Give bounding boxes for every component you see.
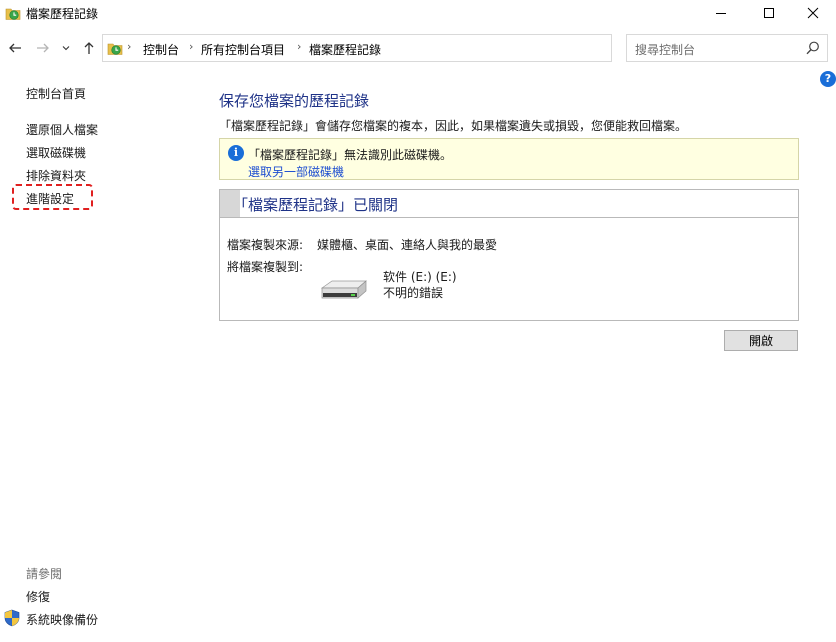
see-also-system-image-backup[interactable]: 系統映像備份 [26,611,98,628]
page-description: 「檔案歷程記錄」會儲存您檔案的複本，因此，如果檔案遺失或損毀，您便能救回檔案。 [219,119,688,133]
status-title: 「檔案歷程記錄」已關閉 [233,196,399,214]
status-panel: 「檔案歷程記錄」已關閉 檔案複製來源: 媒體櫃、桌面、連絡人與我的最愛 將檔案複… [219,189,799,321]
arrow-right-icon [37,43,49,53]
see-also-recovery[interactable]: 修復 [26,588,50,605]
drive-name: 软件 (E:) (E:) [383,270,457,284]
info-message: 「檔案歷程記錄」無法識別此磁碟機。 [248,148,453,162]
breadcrumb-separator-icon[interactable]: › [297,40,301,53]
search-placeholder: 搜尋控制台 [635,43,696,57]
copy-destination-label: 將檔案複製到: [227,260,304,274]
breadcrumb-separator-icon[interactable]: › [189,40,193,53]
page-title: 保存您檔案的歷程記錄 [219,92,370,110]
see-also-heading: 請參閱 [26,567,63,581]
help-icon[interactable]: ? [820,71,836,87]
breadcrumb-all-items[interactable]: 所有控制台項目 [201,41,285,58]
sidebar-item-exclude-folders[interactable]: 排除資料夾 [26,167,86,184]
file-history-icon [5,8,21,20]
sidebar-control-panel-home[interactable]: 控制台首頁 [26,85,86,102]
uac-shield-icon [4,609,20,627]
breadcrumb-control-panel[interactable]: 控制台 [143,41,179,58]
search-input[interactable]: 搜尋控制台 [626,34,828,62]
breadcrumb-separator-icon[interactable]: › [127,40,131,53]
title-bar: 檔案歷程記錄 [0,0,836,26]
chevron-down-icon [62,46,70,51]
back-button[interactable] [5,37,25,59]
window-title: 檔案歷程記錄 [26,7,99,21]
copy-source-value: 媒體櫃、桌面、連絡人與我的最愛 [317,238,498,252]
arrow-up-icon [84,42,94,54]
select-another-drive-link[interactable]: 選取另一部磁碟機 [248,163,344,180]
minimize-icon [716,13,726,14]
drive-status: 不明的錯誤 [383,286,444,300]
breadcrumb-file-history[interactable]: 檔案歷程記錄 [309,41,381,58]
file-history-icon [107,43,123,55]
maximize-button[interactable] [746,0,792,26]
copy-source-label: 檔案複製來源: [227,238,304,252]
highlight-annotation [12,184,93,210]
forward-button[interactable] [33,37,53,59]
sidebar-item-select-drive[interactable]: 選取磁碟機 [26,144,86,161]
address-bar[interactable]: › 控制台 › 所有控制台項目 › 檔案歷程記錄 [102,34,705,62]
close-icon [807,7,819,19]
close-button[interactable] [790,0,836,26]
search-icon [806,41,819,55]
recent-locations-button[interactable] [59,37,73,59]
sidebar-item-restore-files[interactable]: 還原個人檔案 [26,121,98,138]
up-button[interactable] [79,37,99,59]
minimize-button[interactable] [698,0,744,26]
info-icon: i [228,145,244,161]
arrow-left-icon [9,43,21,53]
hard-drive-icon [320,280,367,299]
navigation-bar: › 控制台 › 所有控制台項目 › 檔案歷程記錄 搜尋控制台 [0,33,836,63]
turn-on-button[interactable]: 開啟 [724,330,798,351]
status-header: 「檔案歷程記錄」已關閉 [220,190,798,218]
maximize-icon [764,8,774,18]
info-bar: i 「檔案歷程記錄」無法識別此磁碟機。 選取另一部磁碟機 [219,138,799,180]
